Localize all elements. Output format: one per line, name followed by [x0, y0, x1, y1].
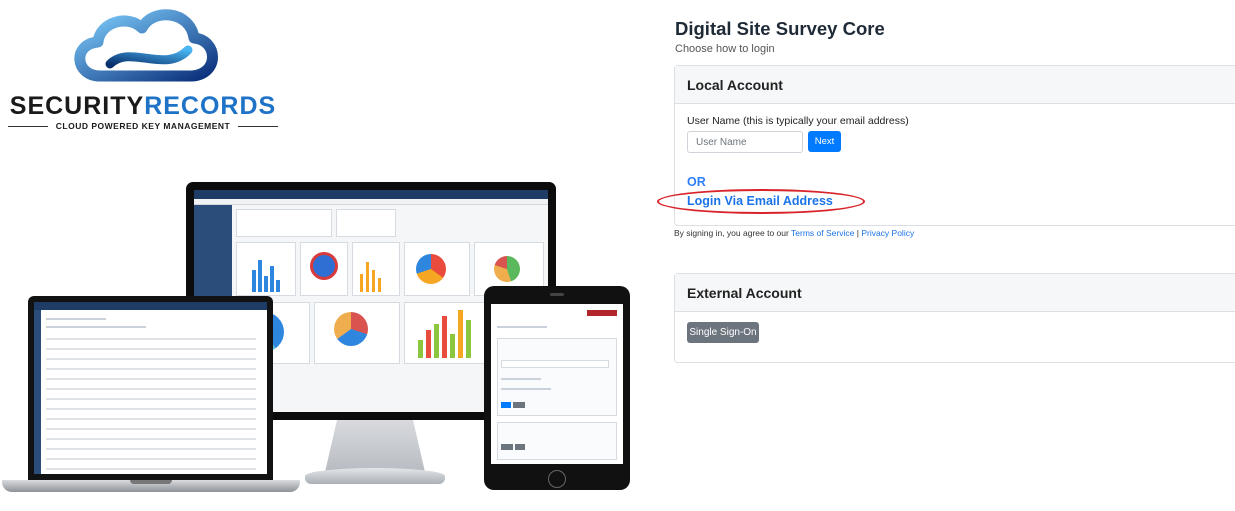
- laptop-image: [28, 296, 273, 480]
- tablet-image: [484, 286, 630, 490]
- terms-prefix: By signing in, you agree to our: [674, 228, 789, 238]
- login-via-email-link[interactable]: Login Via Email Address: [687, 194, 833, 208]
- page-title: Digital Site Survey Core: [675, 18, 885, 39]
- login-panel: Digital Site Survey Core Choose how to l…: [657, 0, 1235, 511]
- brand-logo: SECURITYRECORDS CLOUD POWERED KEY MANAGE…: [8, 4, 278, 134]
- devices-illustration: [0, 178, 640, 498]
- local-account-card: Local Account User Name (this is typical…: [657, 65, 1235, 226]
- brand-tagline: CLOUD POWERED KEY MANAGEMENT: [8, 121, 278, 131]
- username-label: User Name (this is typically your email …: [687, 115, 909, 127]
- page-subtitle: Choose how to login: [675, 43, 775, 55]
- terms-notice: By signing in, you agree to our Terms of…: [674, 228, 914, 238]
- privacy-policy-link[interactable]: Privacy Policy: [861, 228, 914, 238]
- or-divider: OR: [687, 175, 706, 189]
- terms-separator: |: [856, 228, 859, 238]
- username-input[interactable]: [687, 131, 803, 153]
- external-account-card: External Account Single Sign-On: [674, 273, 1235, 363]
- local-account-heading: Local Account: [675, 66, 1235, 104]
- single-sign-on-button[interactable]: Single Sign-On: [687, 322, 759, 343]
- next-button[interactable]: Next: [808, 131, 841, 152]
- cloud-logo-icon: [74, 9, 218, 82]
- terms-of-service-link[interactable]: Terms of Service: [791, 228, 854, 238]
- external-account-heading: External Account: [675, 274, 1235, 312]
- brand-name: SECURITYRECORDS: [9, 92, 277, 120]
